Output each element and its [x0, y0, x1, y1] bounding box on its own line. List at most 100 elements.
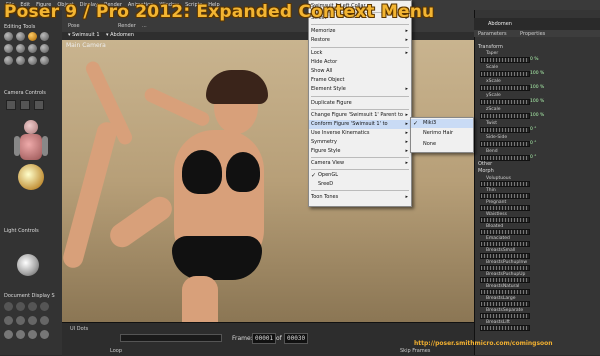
viewport[interactable]: [62, 40, 474, 322]
twist-tool-icon[interactable]: [16, 32, 25, 41]
param-dial[interactable]: [480, 277, 530, 283]
param-dial[interactable]: [480, 229, 530, 235]
param-dial[interactable]: [480, 99, 530, 105]
display-style-icon[interactable]: [28, 330, 37, 339]
page-title: Poser 9 / Pro 2012: Expanded Context Men…: [4, 2, 435, 22]
param-dial[interactable]: [480, 313, 530, 319]
camera-head-icon[interactable]: [34, 100, 44, 110]
param-dial[interactable]: [480, 289, 530, 295]
camera-face-icon[interactable]: [6, 100, 16, 110]
tab-properties[interactable]: Properties: [520, 31, 545, 37]
current-frame-field[interactable]: 00001: [252, 333, 277, 344]
display-style-icon[interactable]: [28, 316, 37, 325]
submenu-arrow-icon: ▸: [405, 121, 408, 127]
param-dial[interactable]: [480, 85, 530, 91]
param-label: Taper: [486, 51, 499, 56]
display-style-icon[interactable]: [4, 302, 13, 311]
menu-item-symmetry[interactable]: Symmetry ▸: [309, 138, 411, 147]
display-style-icon[interactable]: [4, 316, 13, 325]
actor-name[interactable]: Abdomen: [488, 21, 512, 27]
menu-item-hide-actor[interactable]: Hide Actor: [309, 58, 411, 67]
actor-selector[interactable]: ▾ Abdomen: [106, 32, 134, 38]
menu-item-inverse-kinematics[interactable]: Use Inverse Kinematics ▸: [309, 129, 411, 138]
menu-item-element-style[interactable]: Element Style ▸: [309, 85, 411, 94]
display-style-icon[interactable]: [40, 302, 49, 311]
menu-item-sreed[interactable]: SreeD: [309, 180, 411, 189]
param-dial[interactable]: [480, 265, 530, 271]
ui-dots-label[interactable]: UI Dots: [70, 326, 88, 332]
menu-item-change-parent[interactable]: Change Figure 'Swimsuit 1' Parent to ▸: [309, 111, 411, 120]
param-dial[interactable]: [480, 301, 530, 307]
camera-hand-icon[interactable]: [20, 100, 30, 110]
param-value[interactable]: 100 %: [530, 71, 544, 76]
transform-section[interactable]: Transform: [478, 44, 503, 50]
menu-item-memorize[interactable]: Memorize ▸: [309, 27, 411, 36]
menu-item-opengl[interactable]: OpenGL ✓: [309, 171, 411, 180]
menu-item-frame-object[interactable]: Frame Object: [309, 76, 411, 85]
param-dial[interactable]: [480, 57, 530, 63]
select-tool-icon[interactable]: [40, 56, 49, 65]
param-value[interactable]: 0 %: [530, 57, 539, 62]
timeline-scrubber[interactable]: [120, 334, 222, 342]
param-dial[interactable]: [480, 217, 530, 223]
grouping-tool-icon[interactable]: [40, 44, 49, 53]
display-style-icon[interactable]: [28, 302, 37, 311]
param-value[interactable]: 100 %: [530, 99, 544, 104]
skip-frames-toggle[interactable]: Skip Frames: [400, 348, 430, 354]
menu-item-restore[interactable]: Restore ▸: [309, 36, 411, 45]
other-section[interactable]: Other: [478, 161, 492, 167]
taper-tool-icon[interactable]: [4, 44, 13, 53]
total-frames-field[interactable]: 00030: [284, 333, 309, 344]
menu-item-conform-figure[interactable]: Conform Figure 'Swimsuit 1' to ▸: [309, 120, 411, 129]
display-style-icon[interactable]: [40, 316, 49, 325]
submenu-item-nerimo-hair[interactable]: Nerimo Hair: [411, 129, 473, 138]
param-value[interactable]: 0 °: [530, 155, 537, 160]
translate-tool-icon[interactable]: [28, 32, 37, 41]
display-style-icon[interactable]: [40, 330, 49, 339]
light-sphere-icon[interactable]: [17, 254, 39, 276]
tab-more[interactable]: ...: [142, 23, 147, 29]
menu-item-duplicate-figure[interactable]: Duplicate Figure: [309, 99, 411, 108]
scale-tool-icon[interactable]: [40, 32, 49, 41]
param-dial[interactable]: [480, 325, 530, 331]
param-value[interactable]: 0 °: [530, 127, 537, 132]
param-value[interactable]: 100 %: [530, 113, 544, 118]
param-dial[interactable]: [480, 181, 530, 187]
direct-manipulation-icon[interactable]: [28, 56, 37, 65]
menu-item-figure-style[interactable]: Figure Style ▸: [309, 147, 411, 156]
morph-brush-icon[interactable]: [16, 56, 25, 65]
menu-item-show-all[interactable]: Show All: [309, 67, 411, 76]
figure-selector[interactable]: ▾ Swimsuit 1: [68, 32, 100, 38]
display-style-icon[interactable]: [4, 330, 13, 339]
param-dial[interactable]: [480, 71, 530, 77]
menu-item-lock[interactable]: Lock ▸: [309, 49, 411, 58]
menu-item-toon-tones[interactable]: Toon Tones ▸: [309, 193, 411, 202]
param-dial[interactable]: [480, 205, 530, 211]
color-tool-icon[interactable]: [28, 44, 37, 53]
camera-mannequin-icon[interactable]: [14, 120, 48, 204]
display-style-icon[interactable]: [16, 330, 25, 339]
tab-render[interactable]: Render: [118, 23, 136, 29]
view-magnifier-icon[interactable]: [4, 56, 13, 65]
tab-parameters[interactable]: Parameters: [478, 31, 507, 37]
param-dial[interactable]: [480, 253, 530, 259]
chain-break-tool-icon[interactable]: [16, 44, 25, 53]
param-value[interactable]: 100 %: [530, 85, 544, 90]
param-dial[interactable]: [480, 193, 530, 199]
display-style-icon[interactable]: [16, 316, 25, 325]
menu-separator: [311, 169, 409, 170]
tab-pose[interactable]: Pose: [68, 23, 80, 29]
display-style-icon[interactable]: [16, 302, 25, 311]
param-value[interactable]: 0 °: [530, 141, 537, 146]
loop-toggle[interactable]: Loop: [110, 348, 122, 354]
submenu-item-none[interactable]: None: [411, 140, 473, 149]
param-dial[interactable]: [480, 141, 530, 147]
rotate-tool-icon[interactable]: [4, 32, 13, 41]
submenu-item-miki3[interactable]: ✓ Miki3: [411, 119, 473, 128]
morph-section[interactable]: Morph: [478, 168, 494, 174]
param-dial[interactable]: [480, 241, 530, 247]
param-dial[interactable]: [480, 127, 530, 133]
menu-item-camera-view[interactable]: Camera View ▸: [309, 159, 411, 168]
context-menu: Swimsuit 1:Left Collar Select ▸ Memorize ▸…: [308, 0, 412, 207]
param-dial[interactable]: [480, 113, 530, 119]
